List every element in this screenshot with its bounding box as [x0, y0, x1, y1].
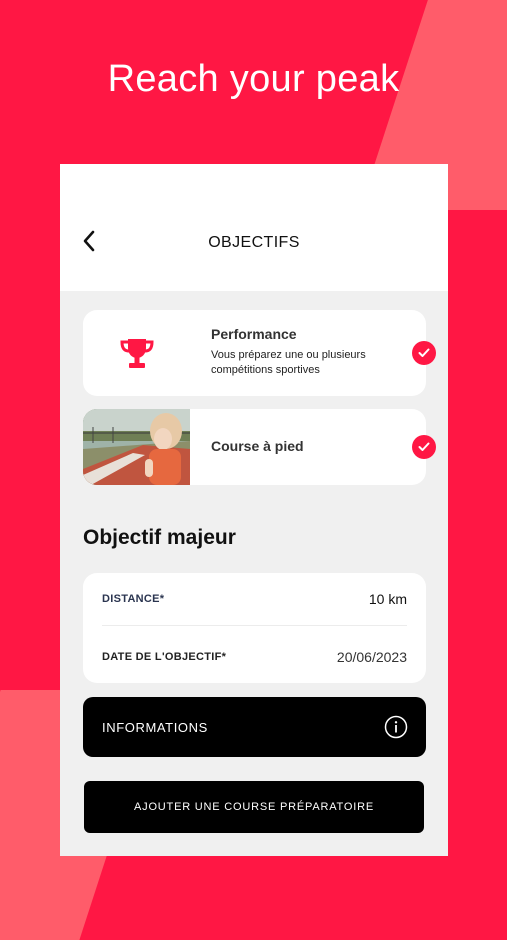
distance-value: 10 km	[368, 591, 407, 607]
distance-label: DISTANCE*	[102, 593, 165, 605]
nav-bar: OBJECTIFS	[60, 164, 448, 291]
date-row[interactable]: DATE DE L'OBJECTIF* 20/06/2023	[83, 631, 426, 683]
checkmark-icon[interactable]	[412, 435, 436, 459]
add-preparatory-race-label: AJOUTER UNE COURSE PRÉPARATOIRE	[134, 801, 374, 813]
goal-card-performance[interactable]: Performance Vous préparez une ou plusieu…	[83, 310, 426, 396]
info-icon	[384, 715, 408, 739]
checkmark-icon[interactable]	[412, 341, 436, 365]
divider	[102, 625, 407, 626]
app-screen: OBJECTIFS Performance Vous préparez une …	[60, 164, 448, 856]
date-value: 20/06/2023	[336, 649, 407, 665]
goal-description: Vous préparez une ou plusieurs compétiti…	[211, 349, 366, 376]
add-preparatory-race-button[interactable]: AJOUTER UNE COURSE PRÉPARATOIRE	[84, 781, 424, 833]
distance-row[interactable]: DISTANCE* 10 km	[83, 573, 426, 625]
informations-label: INFORMATIONS	[102, 720, 208, 735]
goal-title: Course à pied	[211, 438, 304, 454]
section-title: Objectif majeur	[83, 526, 236, 549]
goal-card-running[interactable]: Course à pied	[83, 409, 426, 485]
date-label: DATE DE L'OBJECTIF*	[102, 651, 227, 663]
page-title: OBJECTIFS	[208, 234, 300, 251]
major-goal-details: DISTANCE* 10 km DATE DE L'OBJECTIF* 20/0…	[83, 573, 426, 683]
trophy-icon	[120, 339, 154, 368]
running-photo	[83, 409, 190, 485]
goal-title: Performance	[211, 326, 297, 342]
informations-button[interactable]: INFORMATIONS	[83, 697, 426, 757]
headline: Reach your peak	[107, 58, 400, 100]
